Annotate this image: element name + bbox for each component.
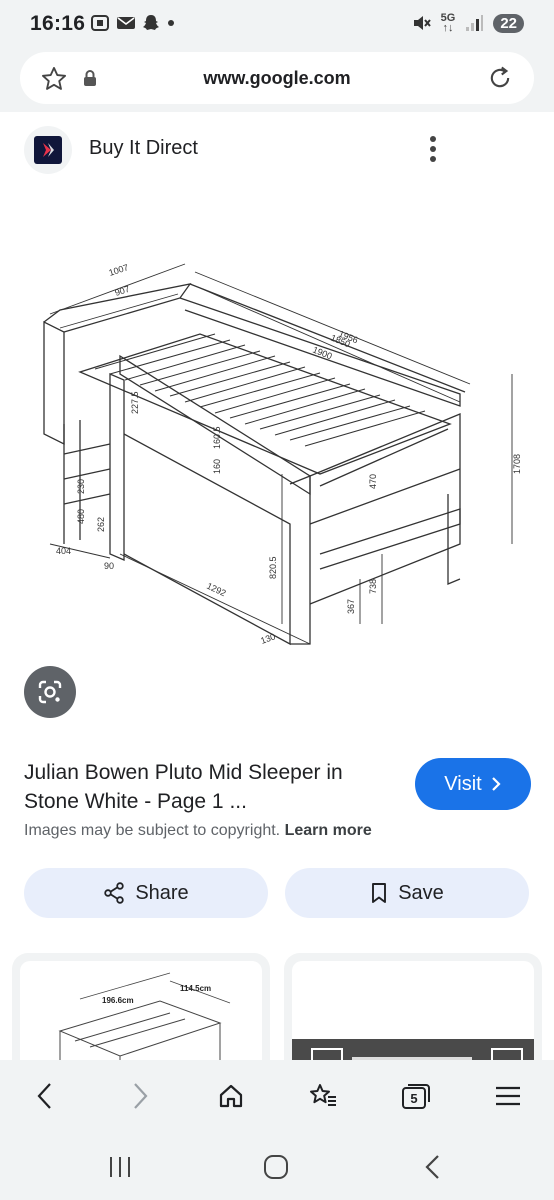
result-title[interactable]: Julian Bowen Pluto Mid Sleeper in Stone … <box>24 758 394 816</box>
reload-icon[interactable] <box>486 64 514 92</box>
source-logo[interactable] <box>24 126 72 174</box>
home-button[interactable] <box>211 1080 251 1112</box>
source-row: Buy It Direct <box>0 122 554 178</box>
learn-more-link[interactable]: Learn more <box>285 822 372 839</box>
home-circle-icon <box>264 1155 288 1179</box>
visit-label: Visit <box>444 772 482 795</box>
system-back-button[interactable] <box>412 1152 452 1182</box>
recent-apps-button[interactable] <box>100 1152 140 1182</box>
bookmark-icon <box>372 883 387 903</box>
save-label: Save <box>398 881 444 904</box>
dim-label: 227.5 <box>130 391 140 414</box>
signal-icon <box>466 15 484 31</box>
dim-label: 820.5 <box>268 556 278 579</box>
dim-label: 480 <box>76 509 86 524</box>
share-button[interactable]: Share <box>24 868 268 918</box>
dim-label: 470 <box>368 474 378 489</box>
chevron-right-icon <box>134 1083 148 1109</box>
dim-label: 1007 <box>108 262 130 278</box>
google-lens-icon <box>38 680 62 704</box>
dim-label: 1900 <box>311 345 333 362</box>
battery-icon: 22 <box>493 13 524 33</box>
status-bar: 16:16 5G ↑↓ 22 <box>0 0 554 48</box>
related-dim-label: 196.6cm <box>102 996 134 1005</box>
status-time: 16:16 <box>30 12 86 35</box>
system-home-button[interactable] <box>256 1152 296 1182</box>
mute-icon <box>413 16 431 30</box>
bookmark-list-star-icon <box>310 1084 336 1106</box>
dim-label: 738 <box>368 579 378 594</box>
screenshot-icon <box>91 15 109 31</box>
visit-button[interactable]: Visit <box>415 758 531 810</box>
more-options-icon[interactable] <box>420 134 446 164</box>
recent-apps-icon <box>110 1157 130 1177</box>
chevron-left-icon <box>37 1083 51 1109</box>
back-button[interactable] <box>25 1080 65 1112</box>
dim-label: 1708 <box>512 454 522 474</box>
tabs-button[interactable]: 5 <box>395 1080 435 1112</box>
dim-label: 262 <box>96 517 106 532</box>
tabs-count: 5 <box>410 1090 418 1106</box>
dim-label: 160.5 <box>212 426 222 449</box>
chevron-right-icon <box>491 777 501 791</box>
save-button[interactable]: Save <box>285 868 529 918</box>
related-dim-label: 114.5cm <box>180 984 211 993</box>
back-arrow-icon <box>425 1155 439 1179</box>
dot-icon <box>168 20 174 26</box>
dim-label: 230 <box>76 479 86 494</box>
browser-toolbar: www.google.com <box>0 48 554 112</box>
dim-label: 367 <box>346 599 356 614</box>
notification-icons <box>90 14 176 32</box>
system-icons: 5G ↑↓ 22 <box>411 12 524 34</box>
dim-label: 160 <box>212 459 222 474</box>
source-name[interactable]: Buy It Direct <box>89 137 198 160</box>
browser-bottom-nav: 5 <box>0 1060 554 1132</box>
lens-search-button[interactable] <box>24 666 76 718</box>
menu-button[interactable] <box>488 1080 528 1112</box>
buy-it-direct-logo-icon <box>34 136 62 164</box>
bookmarks-button[interactable] <box>303 1080 343 1112</box>
copyright-notice: Images may be subject to copyright. Lear… <box>24 822 372 840</box>
copyright-text: Images may be subject to copyright. <box>24 822 281 839</box>
home-icon <box>219 1084 243 1108</box>
dim-label: 404 <box>56 546 71 556</box>
bed-dimension-diagram[interactable]: 1007 907 1956 1900 1850 1708 1292 820.5 … <box>20 224 540 664</box>
snapchat-icon <box>143 15 159 30</box>
share-icon <box>104 882 125 904</box>
forward-button[interactable] <box>120 1080 160 1112</box>
share-label: Share <box>135 881 189 904</box>
network-icon: 5G ↑↓ <box>440 12 456 34</box>
dim-label: 90 <box>104 561 114 571</box>
system-nav-bar <box>0 1132 554 1200</box>
mail-icon <box>117 17 135 29</box>
url-text[interactable]: www.google.com <box>20 68 534 89</box>
address-bar[interactable]: www.google.com <box>20 52 534 104</box>
hamburger-menu-icon <box>496 1086 520 1106</box>
dim-label: 130 <box>259 631 277 646</box>
